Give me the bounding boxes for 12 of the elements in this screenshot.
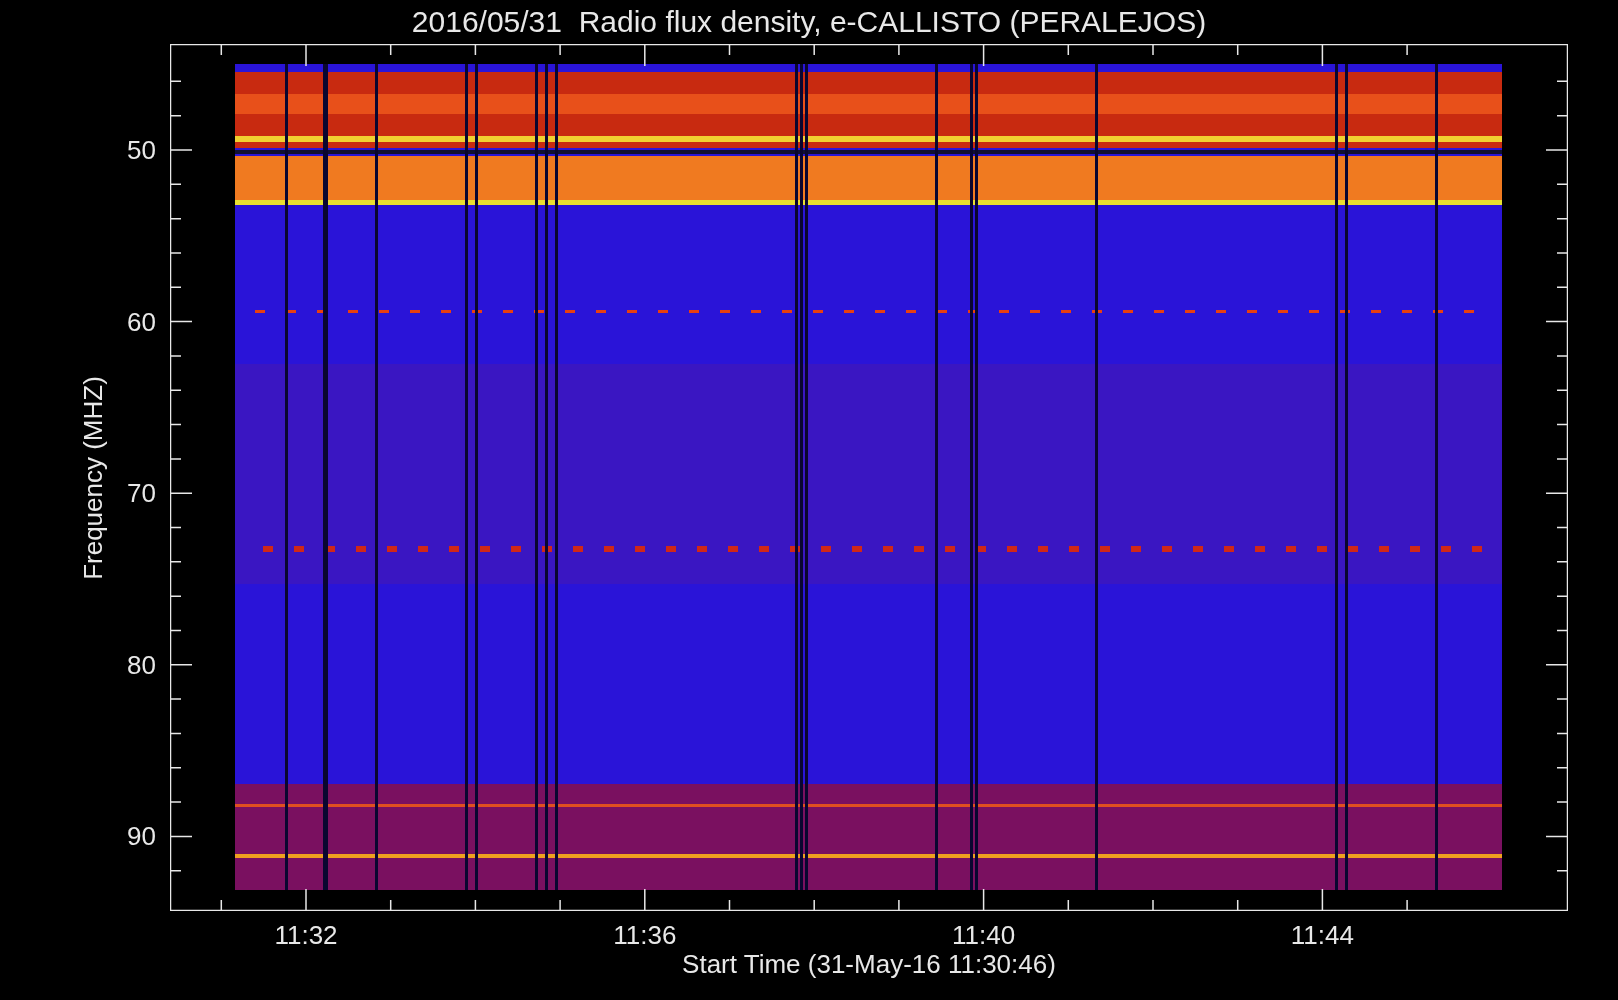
axis-tick-label: 11:36 bbox=[613, 922, 677, 948]
axis-tick-label: 11:44 bbox=[1290, 922, 1354, 948]
axis-title: Frequency (MHZ) bbox=[80, 376, 106, 580]
axis-tick-label: 11:32 bbox=[274, 922, 338, 948]
axis-tick-label: 11:40 bbox=[952, 922, 1016, 948]
chart-title: 2016/05/31 Radio flux density, e-CALLISTO (PERALEJOS) bbox=[411, 7, 1207, 37]
axis-tick-label: 70 bbox=[127, 480, 156, 507]
axis-tick-label: 90 bbox=[127, 823, 156, 850]
axis-tick-label: 60 bbox=[127, 308, 156, 335]
axis-tick-label: 80 bbox=[127, 651, 156, 678]
axis-tick-label: 50 bbox=[127, 137, 156, 163]
axis-title: Start Time (31-May-16 11:30:46) bbox=[682, 951, 1056, 977]
